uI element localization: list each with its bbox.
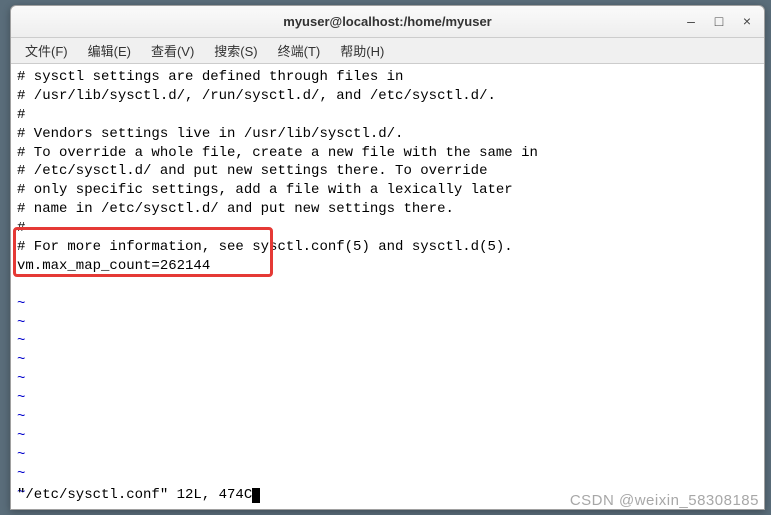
vim-tilde: ~: [17, 408, 758, 427]
vim-tilde: ~: [17, 295, 758, 314]
cursor: [252, 488, 260, 503]
terminal-line: vm.max_map_count=262144: [17, 257, 758, 276]
menu-file[interactable]: 文件(F): [15, 38, 78, 63]
vim-tilde: ~: [17, 370, 758, 389]
terminal-line: # name in /etc/sysctl.d/ and put new set…: [17, 200, 758, 219]
terminal-line: # sysctl settings are defined through fi…: [17, 68, 758, 87]
menu-help[interactable]: 帮助(H): [330, 38, 394, 63]
vim-tilde: ~: [17, 427, 758, 446]
terminal-area[interactable]: # sysctl settings are defined through fi…: [11, 64, 764, 509]
titlebar[interactable]: myuser@localhost:/home/myuser – □ ×: [11, 6, 764, 38]
terminal-line: # For more information, see sysctl.conf(…: [17, 238, 758, 257]
terminal-line: # /usr/lib/sysctl.d/, /run/sysctl.d/, an…: [17, 87, 758, 106]
window-controls: – □ ×: [680, 10, 758, 32]
vim-tilde: ~: [17, 332, 758, 351]
terminal-line: # Vendors settings live in /usr/lib/sysc…: [17, 125, 758, 144]
terminal-line: # only specific settings, add a file wit…: [17, 181, 758, 200]
terminal-line: # To override a whole file, create a new…: [17, 144, 758, 163]
vim-tilde: ~: [17, 314, 758, 333]
watermark: CSDN @weixin_58308185: [570, 492, 759, 509]
terminal-line: #: [17, 219, 758, 238]
vim-tilde: ~: [17, 351, 758, 370]
vim-status-line: "/etc/sysctl.conf" 12L, 474C: [17, 486, 260, 505]
status-text: "/etc/sysctl.conf" 12L, 474C: [17, 487, 252, 503]
menu-search[interactable]: 搜索(S): [204, 38, 267, 63]
window-title: myuser@localhost:/home/myuser: [283, 14, 491, 29]
terminal-line: [17, 276, 758, 295]
vim-tilde: ~: [17, 465, 758, 484]
menu-edit[interactable]: 编辑(E): [78, 38, 141, 63]
close-button[interactable]: ×: [736, 10, 758, 32]
maximize-button[interactable]: □: [708, 10, 730, 32]
menu-terminal[interactable]: 终端(T): [268, 38, 331, 63]
vim-tilde: ~: [17, 389, 758, 408]
minimize-button[interactable]: –: [680, 10, 702, 32]
terminal-line: #: [17, 106, 758, 125]
menubar: 文件(F) 编辑(E) 查看(V) 搜索(S) 终端(T) 帮助(H): [11, 38, 764, 64]
terminal-line: # /etc/sysctl.d/ and put new settings th…: [17, 162, 758, 181]
menu-view[interactable]: 查看(V): [141, 38, 204, 63]
terminal-window: myuser@localhost:/home/myuser – □ × 文件(F…: [10, 5, 765, 510]
vim-tilde: ~: [17, 446, 758, 465]
